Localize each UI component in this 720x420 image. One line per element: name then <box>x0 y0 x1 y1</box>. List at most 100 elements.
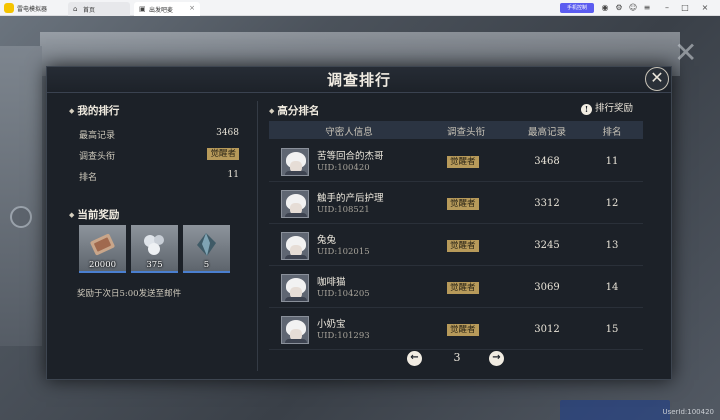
player-rank: 11 <box>605 156 619 167</box>
info-icon: ! <box>581 104 592 115</box>
diamond-icon: ◆ <box>69 210 75 219</box>
emulator-app-name: 雷电模拟器 <box>17 6 48 13</box>
minimize-icon[interactable]: – <box>662 3 672 13</box>
panel-divider <box>257 101 258 371</box>
ranking-rewards-button[interactable]: ! 排行奖励 <box>581 100 634 115</box>
player-name: 兔兔 <box>317 235 337 246</box>
title-badge: 觉醒者 <box>207 148 239 160</box>
next-page-button[interactable]: → <box>489 351 504 366</box>
player-avatar <box>281 316 309 344</box>
current-rewards-title-text: 当前奖励 <box>77 209 120 221</box>
background-circle-icon <box>10 206 32 228</box>
player-avatar <box>281 190 309 218</box>
menu-icon[interactable]: ≡ <box>642 3 652 13</box>
tab-home-label: 首页 <box>83 7 96 14</box>
tab-game-label: 出发吧麦 <box>149 7 174 14</box>
ranking-row[interactable]: 小奶宝 UID:101293 觉醒者 3012 15 <box>269 312 643 350</box>
tab-home[interactable]: ⌂ 首页 <box>68 2 130 16</box>
ticket-icon <box>90 233 115 256</box>
column-header-best-record: 最高记录 <box>527 127 566 138</box>
game-icon: ▣ <box>139 5 146 13</box>
stat-label: 排名 <box>79 173 98 183</box>
maximize-icon[interactable]: □ <box>680 3 690 13</box>
column-header-rank: 排名 <box>602 127 622 138</box>
player-uid: UID:100420 <box>317 163 370 173</box>
ranking-modal: 调查排行 ✕ ◆ 我的排行 最高记录 3468 调查头衔 觉醒者 排名 11 ◆ 当… <box>46 66 672 380</box>
account-icon[interactable]: ☺ <box>628 3 638 13</box>
stat-label: 最高记录 <box>79 131 116 141</box>
close-icon: ✕ <box>650 68 664 87</box>
modal-header: 调查排行 ✕ <box>47 67 671 93</box>
player-rank: 13 <box>605 240 619 251</box>
high-score-title-text: 高分排名 <box>277 105 320 117</box>
arrow-right-icon: → <box>492 352 501 363</box>
stat-value: 觉醒者 <box>207 148 239 161</box>
reward-mail-note: 奖励于次日5:00发送至邮件 <box>77 289 182 299</box>
arrow-left-icon: ← <box>410 352 419 363</box>
player-score: 3245 <box>534 240 560 251</box>
ranking-row[interactable]: 触手的产后护理 UID:108521 觉醒者 3312 12 <box>269 186 643 224</box>
previous-page-button[interactable]: ← <box>407 351 422 366</box>
title-badge: 觉醒者 <box>447 324 479 336</box>
stat-value: 11 <box>227 170 239 180</box>
reward-item-pearls[interactable]: 375 <box>131 225 178 273</box>
player-score: 3312 <box>534 198 560 209</box>
diamond-icon: ◆ <box>269 106 275 115</box>
reward-count: 20000 <box>88 260 117 270</box>
my-ranking-panel: ◆ 我的排行 最高记录 3468 调查头衔 觉醒者 排名 11 ◆ 当前奖励 200… <box>69 101 249 371</box>
player-uid: UID:104205 <box>317 289 370 299</box>
stat-label: 调查头衔 <box>79 152 116 162</box>
stat-value: 3468 <box>216 128 239 138</box>
reward-item-ticket[interactable]: 20000 <box>79 225 126 273</box>
current-rewards-section-title: ◆ 当前奖励 <box>69 207 119 222</box>
player-avatar <box>281 232 309 260</box>
player-rank: 12 <box>605 198 619 209</box>
reward-count: 375 <box>146 260 163 270</box>
player-name: 触手的产后护理 <box>317 193 384 204</box>
stat-title: 调查头衔 觉醒者 <box>79 148 239 163</box>
reward-items: 20000 375 5 <box>79 225 239 275</box>
user-id-watermark: UserId:100420 <box>662 408 714 416</box>
stat-rank: 排名 11 <box>79 169 239 184</box>
reward-count: 5 <box>203 260 210 270</box>
player-name: 小奶宝 <box>317 319 346 330</box>
player-score: 3012 <box>534 324 560 335</box>
close-button[interactable]: ✕ <box>645 67 669 91</box>
title-badge: 觉醒者 <box>447 198 479 210</box>
player-uid: UID:101293 <box>317 331 370 341</box>
player-uid: UID:102015 <box>317 247 370 257</box>
tab-close-icon[interactable]: × <box>189 4 195 12</box>
player-name: 咖啡猫 <box>317 277 346 288</box>
ranking-table-header: 守密人信息 调查头衔 最高记录 排名 <box>269 121 643 139</box>
home-icon: ⌂ <box>73 5 78 13</box>
emulator-logo-icon <box>4 3 14 13</box>
stat-best-record: 最高记录 3468 <box>79 127 239 142</box>
tab-game[interactable]: ▣ 出发吧麦 × <box>134 2 200 16</box>
my-ranking-section-title: ◆ 我的排行 <box>69 103 119 118</box>
high-score-section-title: ◆ 高分排名 <box>269 103 319 118</box>
title-badge: 觉醒者 <box>447 240 479 252</box>
column-header-keeper-info: 守密人信息 <box>325 127 373 138</box>
player-score: 3069 <box>534 282 560 293</box>
reward-item-crystal[interactable]: 5 <box>183 225 230 273</box>
gamepad-icon[interactable]: ◉ <box>600 3 610 13</box>
modal-title: 调查排行 <box>326 71 391 89</box>
mobile-control-button[interactable]: 手机控制 <box>560 3 594 13</box>
background-side-menu <box>0 46 42 346</box>
column-header-title: 调查头衔 <box>446 127 485 138</box>
player-uid: UID:108521 <box>317 205 370 215</box>
close-window-icon[interactable]: × <box>700 3 710 13</box>
player-avatar <box>281 274 309 302</box>
settings-icon[interactable]: ⚙ <box>614 3 624 13</box>
player-rank: 14 <box>605 282 619 293</box>
pearls-icon <box>144 235 164 255</box>
page-number: 3 <box>453 351 461 364</box>
ranking-row[interactable]: 咖啡猫 UID:104205 觉醒者 3069 14 <box>269 270 643 308</box>
ranking-rewards-label: 排行奖励 <box>595 103 634 114</box>
player-avatar <box>281 148 309 176</box>
player-rank: 15 <box>605 324 619 335</box>
player-name: 苦等回合的杰哥 <box>317 151 384 162</box>
player-score: 3468 <box>534 156 560 167</box>
ranking-row[interactable]: 苦等回合的杰哥 UID:100420 觉醒者 3468 11 <box>269 144 643 182</box>
ranking-row[interactable]: 兔兔 UID:102015 觉醒者 3245 13 <box>269 228 643 266</box>
